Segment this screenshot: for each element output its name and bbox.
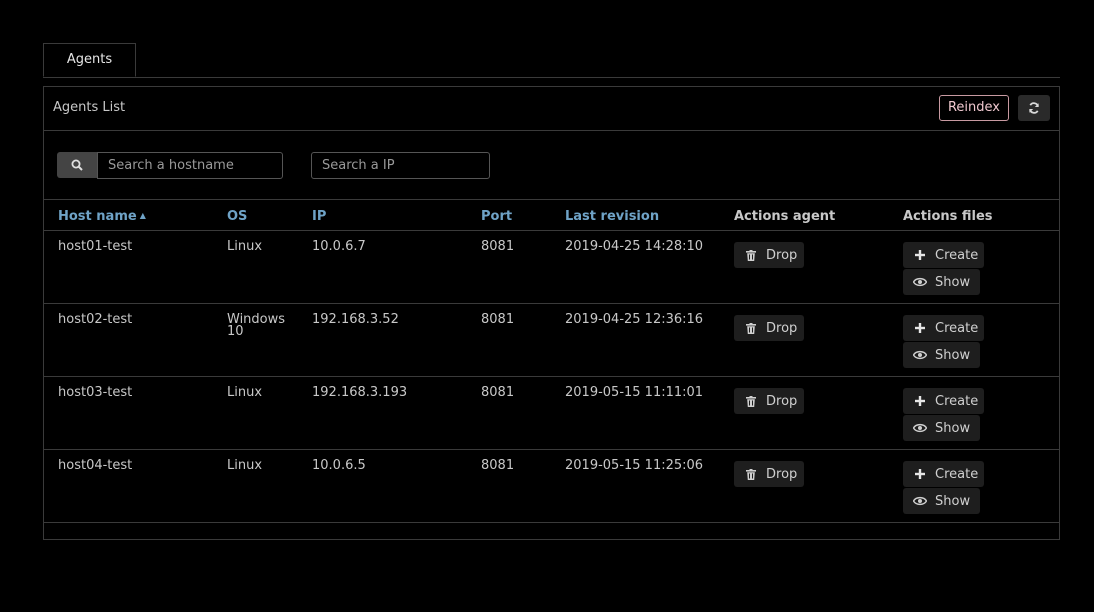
- search-icon: [71, 159, 83, 171]
- tab-agents[interactable]: Agents: [43, 43, 136, 77]
- show-label: Show: [935, 493, 971, 509]
- eye-icon: [913, 277, 927, 287]
- port-cell: 8081: [481, 385, 515, 400]
- port-cell: 8081: [481, 312, 515, 327]
- agents-panel: Agents List Reindex Host name▲ OS IP Por…: [43, 86, 1060, 540]
- create-label: Create: [935, 466, 979, 482]
- table-row: host01-test Linux 10.0.6.7 8081 2019-04-25 1…: [44, 231, 1059, 304]
- drop-agent-button[interactable]: Drop: [734, 388, 804, 414]
- eye-icon: [913, 350, 927, 360]
- ip-cell: 10.0.6.7: [312, 239, 366, 254]
- column-actions-agent: Actions agent: [734, 209, 836, 224]
- ip-cell: 192.168.3.52: [312, 312, 399, 327]
- table-row: host02-test Windows 10 192.168.3.52 8081 201…: [44, 304, 1059, 377]
- create-file-button[interactable]: Create: [903, 242, 984, 268]
- os-cell: Linux: [227, 239, 263, 254]
- column-last-revision[interactable]: Last revision: [565, 209, 659, 224]
- create-label: Create: [935, 320, 979, 336]
- port-cell: 8081: [481, 239, 515, 254]
- table-row: host04-test Linux 10.0.6.5 8081 2019-05-15 1…: [44, 450, 1059, 523]
- sort-ascending-icon: ▲: [139, 211, 146, 220]
- eye-icon: [913, 423, 927, 433]
- os-cell: Windows 10: [227, 312, 286, 339]
- panel-header: Agents List Reindex: [44, 87, 1059, 131]
- column-actions-files: Actions files: [903, 209, 993, 224]
- host-name-cell: host03-test: [58, 385, 133, 400]
- show-label: Show: [935, 347, 971, 363]
- drop-label: Drop: [766, 247, 798, 263]
- drop-label: Drop: [766, 320, 798, 336]
- plus-icon: [915, 469, 925, 479]
- last-revision-cell: 2019-04-25 12:36:16: [565, 312, 704, 327]
- drop-agent-button[interactable]: Drop: [734, 461, 804, 487]
- last-revision-cell: 2019-05-15 11:11:01: [565, 385, 704, 400]
- ip-cell: 10.0.6.5: [312, 458, 366, 473]
- panel-title: Agents List: [53, 100, 126, 115]
- host-name-cell: host02-test: [58, 312, 133, 327]
- os-cell: Linux: [227, 458, 263, 473]
- reindex-button[interactable]: Reindex: [939, 95, 1009, 121]
- drop-label: Drop: [766, 393, 798, 409]
- column-ip[interactable]: IP: [312, 209, 326, 224]
- trash-icon: [746, 249, 756, 261]
- refresh-icon: [1029, 102, 1039, 114]
- create-file-button[interactable]: Create: [903, 388, 984, 414]
- plus-icon: [915, 250, 925, 260]
- trash-icon: [746, 468, 756, 480]
- show-files-button[interactable]: Show: [903, 269, 980, 295]
- plus-icon: [915, 396, 925, 406]
- last-revision-cell: 2019-05-15 11:25:06: [565, 458, 704, 473]
- ip-search-input[interactable]: [311, 152, 490, 179]
- create-file-button[interactable]: Create: [903, 315, 984, 341]
- table-header: Host name ▲ OS IP Port Last revision Acti…: [44, 200, 1059, 231]
- show-label: Show: [935, 420, 971, 436]
- ip-cell: 192.168.3.193: [312, 385, 408, 400]
- refresh-button[interactable]: [1018, 95, 1050, 121]
- column-host-name[interactable]: Host name ▲: [58, 209, 146, 224]
- create-label: Create: [935, 247, 979, 263]
- show-files-button[interactable]: Show: [903, 488, 980, 514]
- trash-icon: [746, 322, 756, 334]
- show-files-button[interactable]: Show: [903, 415, 980, 441]
- drop-agent-button[interactable]: Drop: [734, 315, 804, 341]
- show-label: Show: [935, 274, 971, 290]
- port-cell: 8081: [481, 458, 515, 473]
- search-bar: [44, 131, 1059, 200]
- host-name-cell: host01-test: [58, 239, 133, 254]
- search-button[interactable]: [57, 152, 97, 178]
- column-os[interactable]: OS: [227, 209, 247, 224]
- table-row: host03-test Linux 192.168.3.193 8081 2019-05…: [44, 377, 1059, 450]
- column-port[interactable]: Port: [481, 209, 512, 224]
- os-cell: Linux: [227, 385, 263, 400]
- column-host-name-label: Host name: [58, 209, 137, 224]
- create-label: Create: [935, 393, 979, 409]
- last-revision-cell: 2019-04-25 14:28:10: [565, 239, 704, 254]
- eye-icon: [913, 496, 927, 506]
- trash-icon: [746, 395, 756, 407]
- hostname-search-input[interactable]: [97, 152, 283, 179]
- drop-label: Drop: [766, 466, 798, 482]
- tab-bar: Agents: [43, 43, 1060, 78]
- drop-agent-button[interactable]: Drop: [734, 242, 804, 268]
- plus-icon: [915, 323, 925, 333]
- show-files-button[interactable]: Show: [903, 342, 980, 368]
- host-name-cell: host04-test: [58, 458, 133, 473]
- create-file-button[interactable]: Create: [903, 461, 984, 487]
